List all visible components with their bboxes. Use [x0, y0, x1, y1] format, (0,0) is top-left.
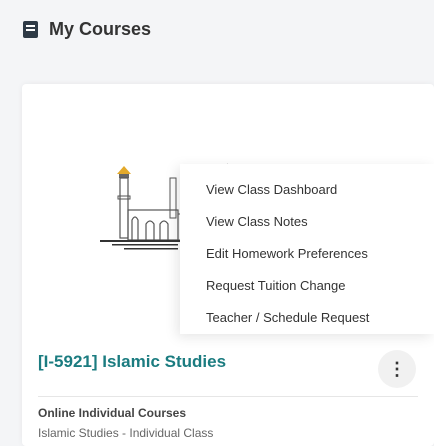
more-options-button[interactable]: ⋮ — [378, 350, 416, 388]
course-title[interactable]: [I-5921] Islamic Studies — [38, 352, 226, 372]
course-subtitle: Islamic Studies - Individual Class — [38, 426, 214, 440]
menu-item-teacher-schedule-request[interactable]: Teacher / Schedule Request — [180, 302, 434, 334]
course-actions-menu: View Class Dashboard View Class Notes Ed… — [180, 164, 434, 334]
page-header: My Courses — [0, 0, 434, 58]
menu-item-view-class-notes[interactable]: View Class Notes — [180, 206, 434, 238]
book-icon — [23, 20, 38, 38]
more-vertical-icon: ⋮ — [388, 359, 406, 379]
course-type: Online Individual Courses — [38, 406, 187, 420]
menu-item-request-tuition-change[interactable]: Request Tuition Change — [180, 270, 434, 302]
page-title: My Courses — [49, 18, 152, 39]
menu-item-view-class-dashboard[interactable]: View Class Dashboard — [180, 174, 434, 206]
divider — [38, 396, 418, 397]
course-card: View Class Dashboard View Class Notes Ed… — [22, 84, 434, 446]
menu-item-edit-homework-preferences[interactable]: Edit Homework Preferences — [180, 238, 434, 270]
